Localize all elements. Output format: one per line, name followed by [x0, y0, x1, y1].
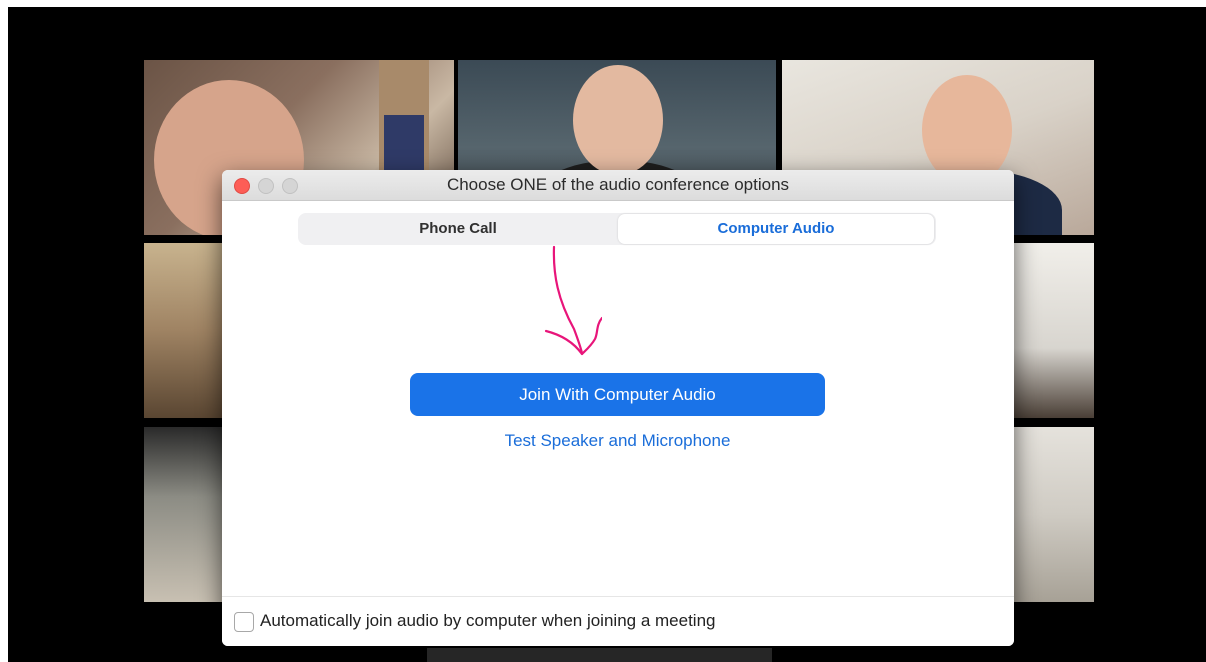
dialog-footer: Automatically join audio by computer whe…	[222, 596, 1014, 646]
test-speaker-microphone-link[interactable]: Test Speaker and Microphone	[410, 429, 825, 453]
participant-video-5[interactable]	[1008, 243, 1094, 418]
auto-join-checkbox[interactable]	[234, 612, 254, 632]
audio-options-dialog: Choose ONE of the audio conference optio…	[222, 170, 1014, 646]
books	[384, 115, 424, 175]
participant-video-7[interactable]	[1008, 427, 1094, 602]
join-with-computer-audio-button[interactable]: Join With Computer Audio	[410, 373, 825, 416]
window-title: Choose ONE of the audio conference optio…	[446, 175, 790, 194]
participant-video-4[interactable]	[144, 243, 224, 418]
tab-phone-call[interactable]: Phone Call	[300, 214, 616, 244]
hand-drawn-arrow-icon	[544, 245, 602, 356]
tab-computer-audio[interactable]: Computer Audio	[618, 214, 934, 244]
participant-face	[922, 75, 1012, 185]
meeting-controls-bar	[427, 648, 772, 662]
participant-video-6[interactable]	[144, 427, 224, 602]
auto-join-label[interactable]: Automatically join audio by computer whe…	[260, 610, 715, 632]
participant-face	[573, 65, 663, 175]
title-bar: Choose ONE of the audio conference optio…	[222, 170, 1014, 201]
audio-option-tabs: Phone Call Computer Audio	[298, 213, 936, 245]
